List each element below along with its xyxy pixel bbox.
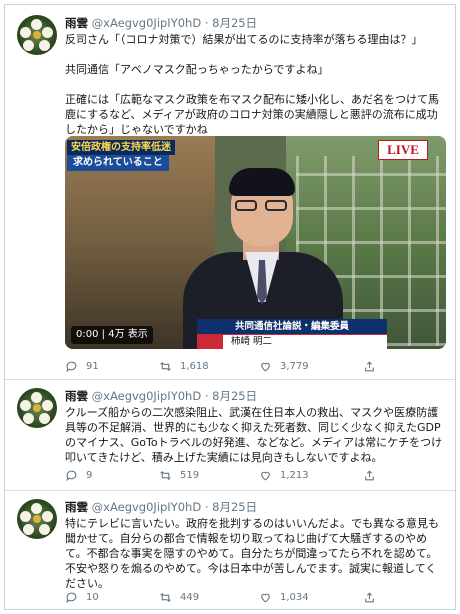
tweet-header: 雨雲 @xAegvg0JipIY0hD · 8月25日 [65,499,257,515]
tweet-text: 特にテレビに言いたい。政府を批判するのはいいんだよ。でも異なる意見も聞かせて。自… [65,517,439,590]
retweet-button[interactable]: 519 [159,469,199,482]
heart-icon [261,593,270,603]
tweet-actions: 10 449 1,034 [65,591,445,607]
tweet[interactable]: 雨雲 @xAegvg0JipIY0hD · 8月25日 特にテレビに言いたい。政… [5,491,455,609]
like-button[interactable]: 1,213 [259,469,309,482]
retweet-button[interactable]: 1,618 [159,360,209,373]
reply-icon [66,361,77,373]
timestamp[interactable]: · 8月25日 [205,16,257,30]
timeline: 雨雲 @xAegvg0JipIY0hD · 8月25日 反司さん「（コロナ対策で… [4,4,456,610]
share-button[interactable] [363,469,376,482]
tweet-text: クルーズ船からの二次感染阻止、武漢在住日本人の救出、マスクや医療防護具等の不足解… [65,406,443,464]
tweet[interactable]: 雨雲 @xAegvg0JipIY0hD · 8月25日 クルーズ船からの二次感染… [5,380,455,490]
video-player[interactable]: 安倍政権の支持率低迷 求められていること LIVE 共同通信社論説・編集委員 柿… [65,136,446,349]
display-name[interactable]: 雨雲 [65,389,88,403]
video-duration-badge: 0:00 | 4万 表示 [71,326,153,344]
heart-icon [261,362,270,372]
retweet-button[interactable]: 449 [159,591,199,604]
avatar[interactable] [17,388,57,428]
handle[interactable]: @xAegvg0JipIY0hD [92,16,202,30]
retweet-icon [160,592,171,603]
tv-nameplate: 共同通信社論説・編集委員 柿崎 明二 [197,319,387,349]
like-button[interactable]: 3,779 [259,360,309,373]
share-button[interactable] [363,360,376,373]
tweet[interactable]: 雨雲 @xAegvg0JipIY0hD · 8月25日 反司さん「（コロナ対策で… [5,5,455,373]
tweet-header: 雨雲 @xAegvg0JipIY0hD · 8月25日 [65,15,257,31]
tweet-header: 雨雲 @xAegvg0JipIY0hD · 8月25日 [65,388,257,404]
reply-button[interactable]: 10 [65,591,99,604]
live-badge: LIVE [378,140,428,160]
tweet-actions: 91 1,618 3,779 [65,360,445,376]
reply-icon [66,470,77,482]
display-name[interactable]: 雨雲 [65,500,88,514]
tweet-text: 反司さん「（コロナ対策で）結果が出てるのに支持率が落ちる理由は？」 共同通信「ア… [65,33,439,136]
like-button[interactable]: 1,034 [259,591,309,604]
share-icon [365,470,374,481]
reply-button[interactable]: 9 [65,469,92,482]
avatar[interactable] [17,15,57,55]
reply-icon [66,592,77,604]
avatar[interactable] [17,499,57,539]
reply-button[interactable]: 91 [65,360,99,373]
handle[interactable]: @xAegvg0JipIY0hD [92,500,202,514]
heart-icon [261,471,270,481]
share-button[interactable] [363,591,376,604]
display-name[interactable]: 雨雲 [65,16,88,30]
handle[interactable]: @xAegvg0JipIY0hD [92,389,202,403]
share-icon [365,361,374,372]
timestamp[interactable]: · 8月25日 [205,500,257,514]
share-icon [365,592,374,603]
tweet-actions: 9 519 1,213 [65,469,445,485]
retweet-icon [160,361,171,372]
retweet-icon [160,470,171,481]
timestamp[interactable]: · 8月25日 [205,389,257,403]
